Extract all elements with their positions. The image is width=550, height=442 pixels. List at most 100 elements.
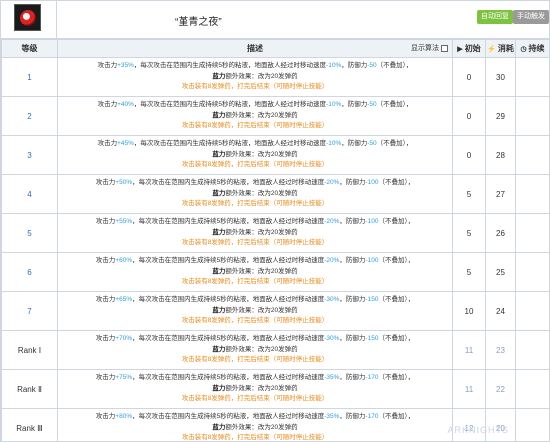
t-bold: 蓝力 [212,384,226,392]
row-level: 2 [1,96,58,136]
desc-line-3: 攻击装有8发弹药，打完后结束（可随时停止技能） [181,395,329,403]
t-p1: 攻击力 [95,413,116,421]
row-description: 攻击力+50%，每次攻击在范围内生成持续5秒的粘液，地面敌人经过时移动速度-20… [57,174,453,214]
desc-header-inner: 描述 显示算法 [58,43,452,54]
t-p3: ，防御力 [339,179,366,187]
row-initial: 0 [452,57,486,97]
skill-level-table: 等级 描述 显示算法 ▶ 初始 ⚡ 消耗 ◷ 持续 1 攻击力+35%，每次攻击在范围内… [1,39,550,442]
row-description: 攻击力+35%，每次攻击在范围内生成持续5秒的粘液，地面敌人经过时移动速度-10… [57,57,453,97]
row-level: Rank Ⅱ [1,369,58,409]
play-icon: ▶ [457,45,463,53]
atk-value: +75% [115,374,133,382]
row-level: 1 [1,57,58,97]
def-value: -150 [365,296,379,304]
desc-line-1: 攻击力+40%，每次攻击在范围内生成持续5秒的粘液，地面敌人经过时移动速度-10… [60,100,450,111]
t-p4: （不叠加）， [378,296,415,304]
t-p2: ，每次攻击在范围内生成持续5秒的粘液，地面敌人经过时移动速度 [132,179,325,187]
row-duration [515,174,550,214]
desc-line-1: 攻击力+45%，每次攻击在范围内生成持续5秒的粘液，地面敌人经过时移动速度-10… [60,139,450,150]
desc-line-3: 攻击装有8发弹药，打完后结束（可随时停止技能） [181,434,329,442]
row-description: 攻击力+60%，每次攻击在范围内生成持续5秒的粘液，地面敌人经过时移动速度-20… [57,252,453,292]
col-initial-label: 初始 [464,44,481,53]
t-bold: 蓝力 [212,423,226,431]
row-level: 4 [1,174,58,214]
speed-value: -20% [324,179,340,187]
table-body: 1 攻击力+35%，每次攻击在范围内生成持续5秒的粘液，地面敌人经过时移动速度-1… [1,57,550,442]
row-description: 攻击力+70%，每次攻击在范围内生成持续5秒的粘液，地面敌人经过时移动速度-30… [57,330,453,370]
atk-value: +50% [115,179,133,187]
t-bold: 蓝力 [212,345,226,353]
desc-line-2: 蓝力额外效果：改为20发弹药 [60,345,450,356]
row-initial: 0 [452,135,486,175]
show-formula-toggle[interactable]: 显示算法 [411,43,448,53]
desc-line-1: 攻击力+35%，每次攻击在范围内生成持续5秒的粘液，地面敌人经过时移动速度-10… [60,61,450,72]
t-bold: 蓝力 [212,306,226,314]
t-extra: 额外效果：改为20发弹药 [225,345,298,353]
def-value: -170 [365,374,379,382]
desc-line-2: 蓝力额外效果：改为20发弹药 [60,423,450,434]
skill-panel: “堇青之夜” 自动回复 手动触发 等级 描述 显示算法 ▶ 初始 ⚡ 消耗 ◷ … [0,0,550,442]
skill-icon-cell [1,1,57,39]
t-p4: （不叠加）， [378,179,415,187]
t-p4: （不叠加）， [378,413,415,421]
t-extra: 额外效果：改为20发弹药 [225,423,298,431]
skill-rose-icon [14,4,41,31]
show-formula-label: 显示算法 [411,45,439,52]
def-value: -170 [365,413,379,421]
t-extra: 额外效果：改为20发弹药 [225,306,298,314]
show-formula-checkbox[interactable] [441,44,448,52]
desc-line-1: 攻击力+55%，每次攻击在范围内生成持续5秒的粘液，地面敌人经过时移动速度-20… [60,217,450,228]
t-p4: （不叠加）， [378,374,415,382]
speed-value: -30% [324,335,340,343]
row-initial: 5 [452,174,486,214]
row-cost: 22 [485,369,516,409]
t-p4: （不叠加）， [378,257,415,265]
speed-value: -35% [324,413,340,421]
desc-line-1: 攻击力+65%，每次攻击在范围内生成持续5秒的粘液，地面敌人经过时移动速度-30… [60,295,450,306]
row-description: 攻击力+80%，每次攻击在范围内生成持续5秒的粘液，地面敌人经过时移动速度-35… [57,408,453,442]
t-p4: （不叠加）， [376,140,413,148]
table-row: 1 攻击力+35%，每次攻击在范围内生成持续5秒的粘液，地面敌人经过时移动速度-1… [1,57,550,97]
col-desc-label: 描述 [247,44,263,53]
t-p2: ，每次攻击在范围内生成持续5秒的粘液，地面敌人经过时移动速度 [132,374,325,382]
speed-value: -10% [326,101,342,109]
desc-line-3: 攻击装有8发弹药，打完后结束（可随时停止技能） [181,239,329,247]
clock-icon: ◷ [520,45,527,53]
col-initial: ▶ 初始 [452,39,486,58]
table-row: 5 攻击力+55%，每次攻击在范围内生成持续5秒的粘液，地面敌人经过时移动速度-2… [1,213,550,253]
table-row: 3 攻击力+45%，每次攻击在范围内生成持续5秒的粘液，地面敌人经过时移动速度-1… [1,135,550,175]
row-initial: 5 [452,252,486,292]
row-initial: 10 [452,291,486,331]
row-cost: 25 [485,252,516,292]
desc-line-2: 蓝力额外效果：改为20发弹药 [60,72,450,83]
row-initial: 0 [452,96,486,136]
t-p2: ，每次攻击在范围内生成持续5秒的粘液，地面敌人经过时移动速度 [133,62,327,70]
row-cost: 28 [485,135,516,175]
desc-line-2: 蓝力额外效果：改为20发弹药 [60,150,450,161]
t-bold: 蓝力 [212,267,226,275]
lightning-icon: ⚡ [487,45,496,53]
t-extra: 额外效果：改为20发弹药 [225,228,298,236]
col-cost: ⚡ 消耗 [485,39,516,58]
t-p3: ，防御力 [339,296,366,304]
desc-line-3: 攻击装有8发弹药，打完后结束（可随时停止技能） [181,122,329,130]
table-row: 2 攻击力+40%，每次攻击在范围内生成持续5秒的粘液，地面敌人经过时移动速度-1… [1,96,550,136]
t-p2: ，每次攻击在范围内生成持续5秒的粘液，地面敌人经过时移动速度 [132,413,325,421]
t-extra: 额外效果：改为20发弹药 [225,72,298,80]
row-initial: 11 [452,369,486,409]
t-p3: ，防御力 [339,218,366,226]
col-cost-label: 消耗 [497,44,514,53]
t-p2: ，每次攻击在范围内生成持续5秒的粘液，地面敌人经过时移动速度 [133,101,327,109]
col-duration: ◷ 持续 [515,39,550,58]
watermark: ARKNIGHTS [447,425,509,435]
t-p2: ，每次攻击在范围内生成持续5秒的粘液，地面敌人经过时移动速度 [132,218,325,226]
atk-value: +40% [117,101,134,109]
desc-line-1: 攻击力+70%，每次攻击在范围内生成持续5秒的粘液，地面敌人经过时移动速度-30… [60,334,450,345]
tag-manual-trigger: 手动触发 [513,10,549,24]
atk-value: +65% [115,296,133,304]
t-p1: 攻击力 [97,62,118,70]
desc-line-3: 攻击装有8发弹药，打完后结束（可随时停止技能） [181,83,329,91]
t-bold: 蓝力 [212,228,226,236]
row-initial: 5 [452,213,486,253]
t-p1: 攻击力 [97,140,118,148]
